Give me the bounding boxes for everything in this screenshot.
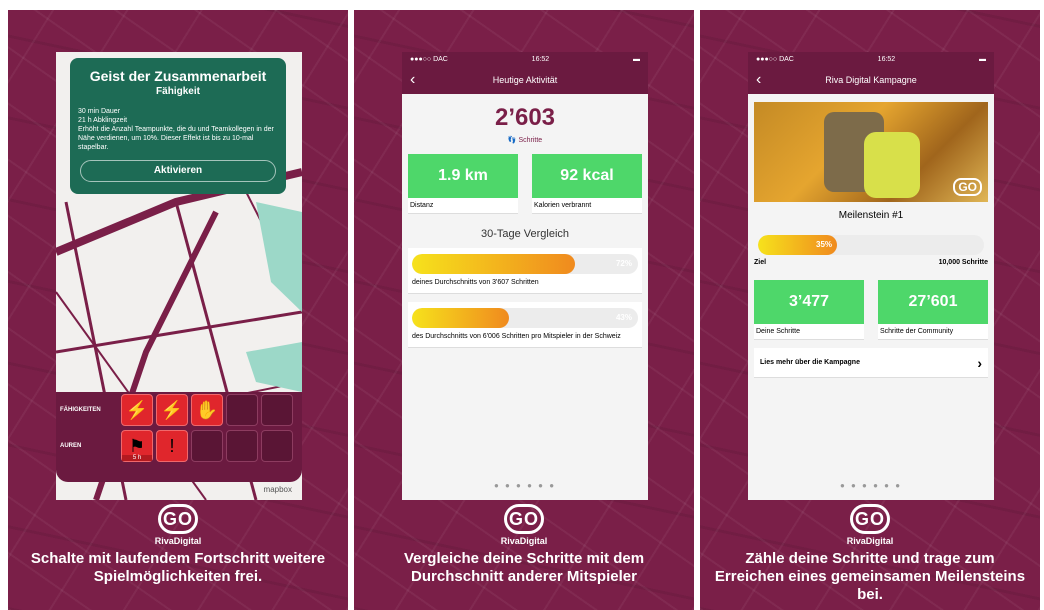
- hand-icon[interactable]: ✋: [191, 394, 223, 426]
- phone-screen: Geist der Zusammenarbeit Fähigkeit 30 mi…: [56, 52, 302, 500]
- nav-header: ‹ Heutige Aktivität: [402, 66, 648, 94]
- page-dots[interactable]: ● ● ● ● ● ●: [748, 481, 994, 490]
- calories-value: 92 kcal: [532, 154, 642, 198]
- battery-icon: ▬: [979, 55, 986, 63]
- shoe-shape: [864, 132, 920, 198]
- distance-card: 1.9 km Distanz: [408, 154, 518, 214]
- page-title: Heutige Aktivität: [492, 75, 558, 85]
- empty-slot[interactable]: [226, 394, 258, 426]
- campaign-link[interactable]: Lies mehr über die Kampagne ›: [754, 348, 988, 378]
- progress-bar: 72%: [412, 254, 638, 274]
- map-attribution: mapbox: [263, 485, 292, 494]
- screen-panel-skills: Geist der Zusammenarbeit Fähigkeit 30 mi…: [8, 10, 348, 610]
- page-title: Riva Digital Kampagne: [825, 75, 917, 85]
- skill-type: Fähigkeit: [156, 86, 200, 97]
- step-count: 2’603: [494, 104, 556, 131]
- battery-icon: ▬: [633, 55, 640, 63]
- progress-bar: 43%: [412, 308, 638, 328]
- back-icon[interactable]: ‹: [756, 66, 761, 94]
- progress-percent: 35%: [816, 240, 833, 249]
- double-lightning-icon[interactable]: ⚡: [156, 394, 188, 426]
- flag-icon[interactable]: ⚑ 5 h: [121, 430, 153, 462]
- exclamation-icon[interactable]: !: [156, 430, 188, 462]
- footsteps-icon: 👣: [507, 137, 519, 144]
- empty-slot[interactable]: [226, 430, 258, 462]
- screen-panel-campaign: ●●●○○ DAC 16:52 ▬ ‹ Riva Digital Kampagn…: [700, 10, 1040, 610]
- steps-label: 👣 Schritte: [507, 137, 543, 144]
- own-steps-value: 3’477: [754, 280, 864, 324]
- caption: Schalte mit laufendem Fortschritt weiter…: [30, 550, 326, 585]
- campaign-link-label: Lies mehr über die Kampagne: [760, 359, 860, 366]
- empty-slot[interactable]: [191, 430, 223, 462]
- community-steps-label: Schritte der Community: [878, 324, 988, 340]
- progress-percent: 43%: [615, 313, 632, 322]
- status-bar: ●●●○○ DAC 16:52 ▬: [402, 52, 648, 66]
- status-bar: ●●●○○ DAC 16:52 ▬: [748, 52, 994, 66]
- auras-label: AUREN: [60, 443, 82, 449]
- chevron-right-icon: ›: [977, 354, 982, 371]
- stats-cards: 3’477 Deine Schritte 27’601 Schritte der…: [748, 280, 994, 340]
- distance-label: Distanz: [408, 198, 518, 214]
- skills-tray: FÄHIGKEITEN ⚡ ⚡ ✋ AUREN ⚑ 5 h !: [56, 392, 302, 482]
- calories-label: Kalorien verbrannt: [532, 198, 642, 214]
- nav-header: ‹ Riva Digital Kampagne: [748, 66, 994, 94]
- map-view[interactable]: Geist der Zusammenarbeit Fähigkeit 30 mi…: [56, 52, 302, 500]
- auras-row: AUREN ⚑ 5 h !: [56, 428, 302, 464]
- activate-button[interactable]: Aktivieren: [80, 160, 276, 182]
- go-logo-small: GO: [953, 178, 982, 196]
- calories-card: 92 kcal Kalorien verbrannt: [532, 154, 642, 214]
- comparison-community: 43% des Durchschnitts von 6'006 Schritte…: [408, 302, 642, 348]
- empty-slot[interactable]: [261, 394, 293, 426]
- screen-panel-activity: ●●●○○ DAC 16:52 ▬ ‹ Heutige Aktivität 2’…: [354, 10, 694, 610]
- section-title: 30-Tage Vergleich: [480, 228, 570, 240]
- campaign-image: GO: [754, 102, 988, 202]
- back-icon[interactable]: ‹: [410, 66, 415, 94]
- goal-label: Ziel: [754, 259, 767, 266]
- skills-row: FÄHIGKEITEN ⚡ ⚡ ✋: [56, 392, 302, 428]
- go-logo: GO RivaDigital: [840, 504, 900, 546]
- empty-slot[interactable]: [261, 430, 293, 462]
- progress-percent: 72%: [615, 259, 632, 268]
- skill-tooltip: Geist der Zusammenarbeit Fähigkeit 30 mi…: [70, 58, 286, 194]
- go-logo: GO RivaDigital: [494, 504, 554, 546]
- community-steps-card: 27’601 Schritte der Community: [878, 280, 988, 340]
- go-logo: GO RivaDigital: [148, 504, 208, 546]
- skill-description: 30 min Dauer 21 h Abklingzeit Erhöht die…: [78, 108, 274, 151]
- aura-timer: 5 h: [122, 455, 152, 461]
- skill-title: Geist der Zusammenarbeit: [89, 68, 267, 84]
- goal-row: Ziel 10,000 Schritte: [748, 259, 994, 266]
- progress-bar: 35%: [758, 235, 984, 255]
- phone-screen: ●●●○○ DAC 16:52 ▬ ‹ Riva Digital Kampagn…: [748, 52, 994, 500]
- milestone-progress: 35%: [754, 229, 988, 255]
- milestone-title: Meilenstein #1: [838, 210, 904, 221]
- comparison-text: deines Durchschnitts von 3'607 Schritten: [412, 279, 539, 286]
- caption: Vergleiche deine Schritte mit dem Durchs…: [403, 550, 645, 585]
- phone-screen: ●●●○○ DAC 16:52 ▬ ‹ Heutige Aktivität 2’…: [402, 52, 648, 500]
- own-steps-label: Deine Schritte: [754, 324, 864, 340]
- skills-label: FÄHIGKEITEN: [60, 407, 101, 413]
- progress-fill: [412, 308, 510, 328]
- page-dots[interactable]: ● ● ● ● ● ●: [402, 481, 648, 490]
- comparison-own: 72% deines Durchschnitts von 3'607 Schri…: [408, 248, 642, 294]
- comparison-text: des Durchschnitts von 6'006 Schritten pr…: [412, 333, 621, 340]
- caption: Zähle deine Schritte und trage zum Errei…: [714, 550, 1026, 603]
- progress-fill: [412, 254, 575, 274]
- own-steps-card: 3’477 Deine Schritte: [754, 280, 864, 340]
- community-steps-value: 27’601: [878, 280, 988, 324]
- goal-value: 10,000 Schritte: [938, 259, 988, 266]
- stats-cards: 1.9 km Distanz 92 kcal Kalorien verbrann…: [402, 154, 648, 214]
- distance-value: 1.9 km: [408, 154, 518, 198]
- lightning-icon[interactable]: ⚡: [121, 394, 153, 426]
